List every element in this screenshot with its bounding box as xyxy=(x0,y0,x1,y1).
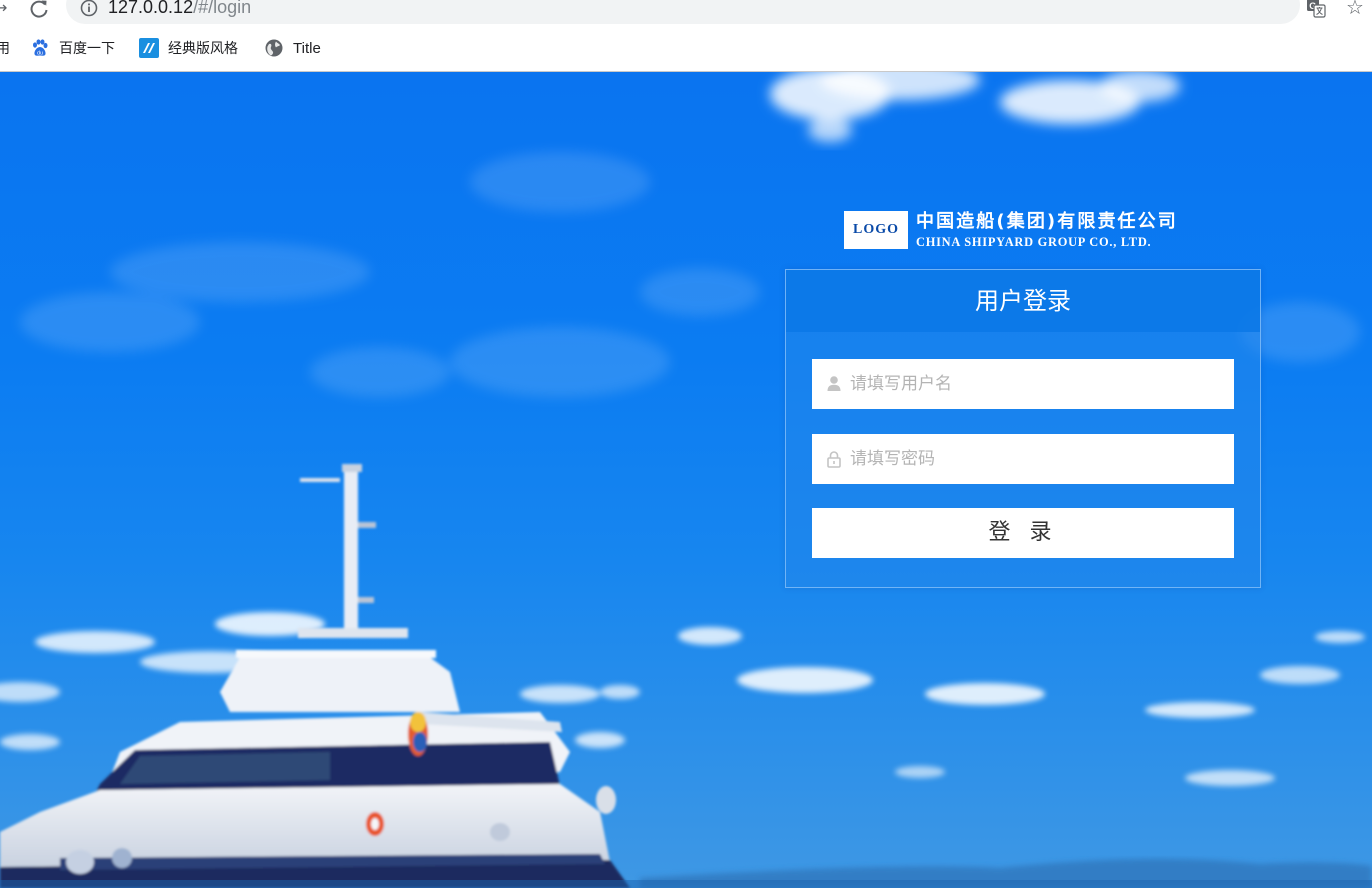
bookmarks-bar: 用 du 百度一下 经典版风格 Title xyxy=(0,24,1372,72)
svg-text:du: du xyxy=(37,50,43,56)
company-name-en: CHINA SHIPYARD GROUP CO., LTD. xyxy=(916,235,1152,249)
baidu-paw-icon: du xyxy=(33,39,48,56)
forward-arrow-icon[interactable]: → xyxy=(0,0,8,16)
bookmark-star-icon[interactable]: ☆ xyxy=(1346,0,1368,18)
company-logo: LOGO xyxy=(844,211,908,249)
url-path: /#/login xyxy=(193,0,252,17)
translate-icon[interactable]: G xyxy=(1306,0,1326,18)
site-info-icon[interactable] xyxy=(80,0,98,17)
bookmark-label: Title xyxy=(293,39,321,57)
bookmark-label: 用 xyxy=(0,40,10,56)
url-text[interactable]: 127.0.0.12/#/login xyxy=(108,0,251,18)
globe-icon xyxy=(265,39,283,57)
username-field[interactable] xyxy=(812,359,1234,409)
password-input[interactable] xyxy=(850,434,1222,484)
classic-style-icon xyxy=(139,38,159,58)
username-input[interactable] xyxy=(850,359,1222,409)
company-name-cn: 中国造船(集团)有限责任公司 xyxy=(916,211,1178,232)
password-field[interactable] xyxy=(812,434,1234,484)
bookmark-label: 经典版风格 xyxy=(168,40,238,56)
login-panel: 用户登录 登 录 xyxy=(785,269,1261,588)
bookmark-classic-style[interactable]: 经典版风格 xyxy=(139,37,238,59)
bookmark-baidu[interactable]: du 百度一下 xyxy=(30,37,115,59)
login-title: 用户登录 xyxy=(786,270,1260,332)
url-host: 127.0.0.12 xyxy=(108,0,194,17)
browser-toolbar: → 127.0.0.12/#/login G ☆ xyxy=(0,0,1372,24)
bookmark-title[interactable]: Title xyxy=(264,37,321,59)
login-button[interactable]: 登 录 xyxy=(812,508,1234,558)
bookmark-label: 百度一下 xyxy=(59,40,115,56)
user-icon xyxy=(827,376,841,391)
company-brand: LOGO 中国造船(集团)有限责任公司 CHINA SHIPYARD GROUP… xyxy=(844,211,1204,251)
lock-icon xyxy=(827,451,841,468)
reload-icon[interactable] xyxy=(28,0,50,20)
bookmark-apps[interactable]: 用 xyxy=(0,37,10,59)
login-page: LOGO 中国造船(集团)有限责任公司 CHINA SHIPYARD GROUP… xyxy=(0,72,1372,888)
